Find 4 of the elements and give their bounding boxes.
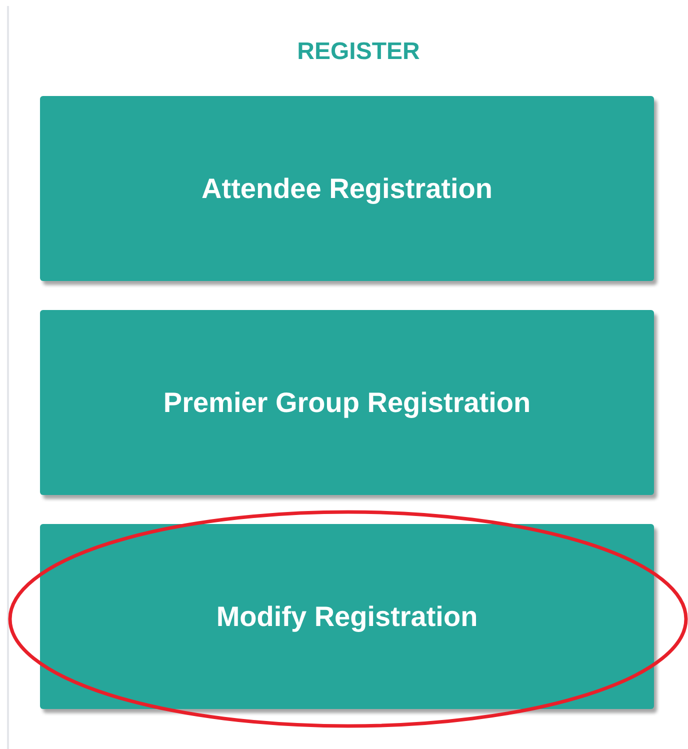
registration-button[interactable]: Modify Registration — [40, 524, 654, 709]
registration-button[interactable]: Attendee Registration — [40, 96, 654, 281]
section-heading: REGISTER — [296, 37, 420, 67]
registration-button[interactable]: Premier Group Registration — [40, 310, 654, 495]
